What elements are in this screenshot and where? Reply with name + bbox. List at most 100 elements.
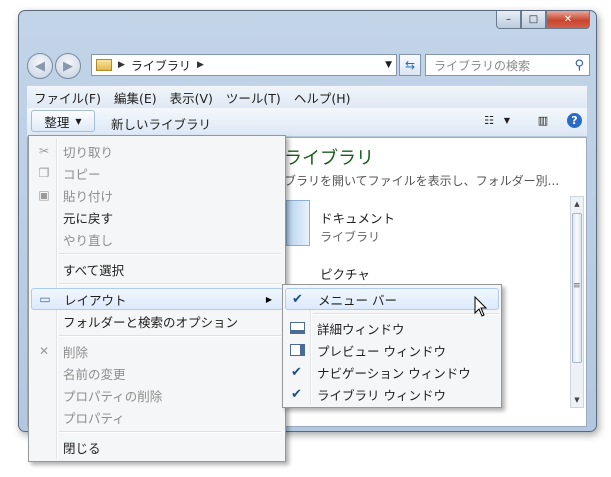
minimize-button[interactable]: – bbox=[496, 11, 521, 29]
view-dropdown-icon[interactable]: ▼ bbox=[499, 113, 515, 128]
organize-label: 整理 bbox=[44, 114, 70, 130]
library-item-documents-type: ライブラリ bbox=[320, 230, 381, 244]
libraries-title: ライブラリ bbox=[284, 148, 374, 169]
submenu-item-label: メニュー バー bbox=[318, 292, 397, 308]
vertical-scrollbar[interactable]: ▲ ≡ ▼ bbox=[570, 196, 584, 408]
menu-file[interactable]: ファイル(F) bbox=[27, 88, 107, 107]
menu-item-label: レイアウト bbox=[64, 292, 127, 308]
menu-edit[interactable]: 編集(E) bbox=[107, 88, 163, 107]
copy-icon: ❐ bbox=[38, 166, 50, 180]
documents-library-icon[interactable] bbox=[286, 200, 310, 246]
submenu-item-label: ライブラリ ウィンドウ bbox=[317, 387, 446, 403]
organize-dropdown-icon: ▼ bbox=[75, 116, 82, 126]
layout-icon: ▭ bbox=[39, 292, 51, 306]
library-item-pictures[interactable]: ピクチャ bbox=[320, 264, 370, 283]
menu-view[interactable]: 表示(V) bbox=[163, 88, 219, 107]
organize-button[interactable]: 整理 ▼ bbox=[31, 110, 95, 132]
breadcrumb-libraries[interactable]: ライブラリ bbox=[131, 57, 191, 74]
menu-item-cut[interactable]: ✂ 切り取り bbox=[31, 140, 283, 162]
forward-arrow-icon: ▶ bbox=[63, 58, 73, 74]
menu-item-remove-properties[interactable]: プロパティの削除 bbox=[31, 384, 283, 406]
search-icon[interactable]: ⚲ bbox=[574, 58, 584, 73]
delete-x-icon: ✕ bbox=[38, 344, 50, 358]
scissors-icon: ✂ bbox=[38, 144, 50, 158]
organize-menu: ✂ 切り取り ❐ コピー ▣ 貼り付け 元に戻す やり直し すべて選択 ▭ レイ… bbox=[28, 135, 286, 462]
scroll-up-icon[interactable]: ▲ bbox=[571, 197, 583, 211]
search-input[interactable]: ライブラリの検索 ⚲ bbox=[425, 54, 590, 76]
menu-item-label: 貼り付け bbox=[63, 188, 114, 204]
address-dropdown-icon[interactable]: ▼ bbox=[385, 60, 392, 70]
scroll-down-icon[interactable]: ▼ bbox=[571, 393, 583, 407]
library-item-documents[interactable]: ドキュメント bbox=[320, 208, 395, 227]
menu-item-label: コピー bbox=[63, 166, 101, 182]
menu-item-delete[interactable]: ✕ 削除 bbox=[31, 340, 283, 362]
submenu-item-library-pane[interactable]: ✔ ライブラリ ウィンドウ bbox=[285, 383, 499, 405]
menu-item-select-all[interactable]: すべて選択 bbox=[31, 258, 283, 280]
scroll-grip-icon: ≡ bbox=[573, 281, 581, 291]
menu-item-copy[interactable]: ❐ コピー bbox=[31, 162, 283, 184]
menu-item-label: プロパティの削除 bbox=[63, 388, 163, 404]
check-icon: ✔ bbox=[291, 386, 302, 402]
menu-item-close[interactable]: 閉じる bbox=[31, 436, 283, 458]
menu-item-label: プロパティ bbox=[63, 410, 125, 426]
breadcrumb-chevron-icon[interactable]: ▶ bbox=[197, 60, 204, 70]
submenu-item-label: ナビゲーション ウィンドウ bbox=[317, 365, 471, 381]
menu-help[interactable]: ヘルプ(H) bbox=[287, 88, 357, 107]
menu-separator bbox=[59, 253, 281, 255]
menu-item-folder-options[interactable]: フォルダーと検索のオプション bbox=[31, 310, 283, 332]
submenu-arrow-icon: ▶ bbox=[265, 294, 272, 304]
search-placeholder: ライブラリの検索 bbox=[434, 58, 531, 73]
menu-separator bbox=[59, 335, 281, 337]
refresh-icon: ⇆ bbox=[404, 58, 416, 72]
libraries-description: ブラリを開いてファイルを表示し、フォルダー別... bbox=[284, 174, 560, 188]
menu-separator bbox=[59, 431, 281, 433]
menu-item-label: やり直し bbox=[63, 232, 114, 248]
submenu-item-menu-bar[interactable]: ✔ メニュー バー bbox=[285, 288, 499, 310]
submenu-item-preview-pane[interactable]: プレビュー ウィンドウ bbox=[285, 339, 499, 361]
layout-submenu: ✔ メニュー バー 詳細ウィンドウ プレビュー ウィンドウ ✔ ナビゲーション … bbox=[282, 284, 502, 408]
menu-item-label: 元に戻す bbox=[63, 210, 114, 226]
menu-item-layout[interactable]: ▭ レイアウト ▶ bbox=[31, 288, 283, 310]
check-icon: ✔ bbox=[292, 291, 303, 307]
mouse-cursor-icon bbox=[474, 296, 488, 317]
menu-item-rename[interactable]: 名前の変更 bbox=[31, 362, 283, 384]
forward-button[interactable]: ▶ bbox=[55, 53, 81, 79]
address-bar[interactable]: ▶ ライブラリ ▶ ▼ bbox=[91, 54, 397, 76]
maximize-button[interactable]: □ bbox=[521, 11, 546, 29]
menu-item-label: 名前の変更 bbox=[63, 366, 126, 382]
submenu-separator bbox=[313, 313, 499, 315]
details-pane-icon bbox=[290, 322, 305, 334]
view-options-icon[interactable]: ☷ bbox=[481, 113, 497, 128]
navigation-bar: ◀ ▶ ▶ ライブラリ ▶ ▼ ⇆ ライブラリの検索 ⚲ bbox=[27, 51, 590, 79]
new-library-button[interactable]: 新しいライブラリ bbox=[111, 114, 211, 133]
preview-pane-icon bbox=[290, 344, 305, 356]
help-icon[interactable]: ? bbox=[567, 113, 582, 128]
clipboard-icon: ▣ bbox=[38, 188, 50, 202]
library-folder-icon bbox=[96, 59, 112, 71]
submenu-item-label: 詳細ウィンドウ bbox=[317, 321, 405, 337]
menu-item-label: フォルダーと検索のオプション bbox=[63, 314, 239, 330]
menu-item-label: すべて選択 bbox=[63, 262, 125, 278]
menu-item-label: 削除 bbox=[63, 344, 89, 360]
submenu-item-details-pane[interactable]: 詳細ウィンドウ bbox=[285, 317, 499, 339]
close-button[interactable]: ✕ bbox=[546, 11, 590, 29]
menu-tools[interactable]: ツール(T) bbox=[219, 88, 287, 107]
breadcrumb-separator-icon[interactable]: ▶ bbox=[118, 60, 125, 70]
menu-item-label: 閉じる bbox=[63, 440, 101, 456]
check-icon: ✔ bbox=[291, 364, 302, 380]
refresh-button[interactable]: ⇆ bbox=[399, 54, 421, 76]
menu-item-paste[interactable]: ▣ 貼り付け bbox=[31, 184, 283, 206]
preview-pane-icon[interactable]: ▥ bbox=[535, 113, 551, 128]
back-arrow-icon: ◀ bbox=[35, 58, 45, 74]
back-button[interactable]: ◀ bbox=[27, 53, 53, 79]
menu-item-properties[interactable]: プロパティ bbox=[31, 406, 283, 428]
caption-buttons: – □ ✕ bbox=[496, 11, 590, 31]
command-bar: 整理 ▼ 新しいライブラリ ☷ ▼ ▥ ? bbox=[27, 108, 587, 137]
menu-item-redo[interactable]: やり直し bbox=[31, 228, 283, 250]
menu-bar: ファイル(F) 編集(E) 表示(V) ツール(T) ヘルプ(H) bbox=[27, 85, 587, 109]
submenu-item-navigation-pane[interactable]: ✔ ナビゲーション ウィンドウ bbox=[285, 361, 499, 383]
menu-separator bbox=[59, 283, 281, 285]
submenu-item-label: プレビュー ウィンドウ bbox=[317, 343, 446, 359]
menu-item-undo[interactable]: 元に戻す bbox=[31, 206, 283, 228]
menu-item-label: 切り取り bbox=[63, 144, 114, 160]
